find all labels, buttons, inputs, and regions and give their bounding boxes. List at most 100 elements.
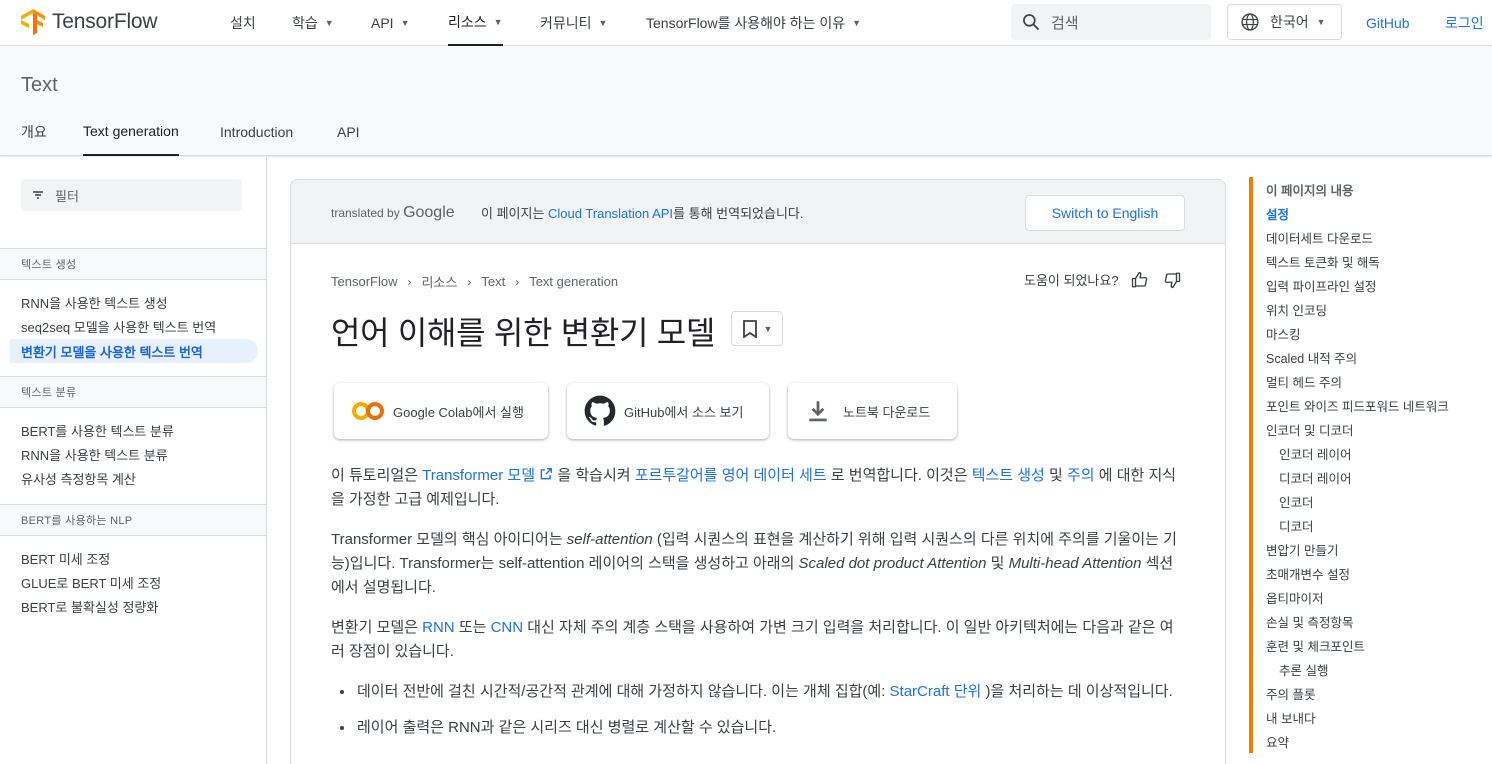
toc-item[interactable]: Scaled 내적 주의 — [1266, 345, 1479, 369]
translated-by-google: translated by Google — [331, 204, 455, 222]
nav-api-label: API — [371, 15, 394, 31]
text: 및 — [1044, 467, 1067, 484]
toc-item[interactable]: 요약 — [1266, 729, 1479, 753]
search-placeholder: 검색 — [1051, 14, 1079, 32]
text: 데이터 전반에 걸친 시간적/공간적 관계에 대해 가정하지 않습니다. 이는 … — [357, 683, 890, 700]
external-link-icon — [540, 468, 553, 480]
toc-item[interactable]: 옵티마이저 — [1266, 585, 1479, 609]
sidebar-item[interactable]: RNN을 사용한 텍스트 분류 — [21, 442, 168, 466]
architecture-paragraph: 변환기 모델은 RNN 또는 CNN 대신 자체 주의 계층 스택을 사용하여 … — [331, 616, 1187, 664]
thumb-up-icon[interactable] — [1131, 271, 1149, 289]
link-text: Transformer 모델 — [422, 467, 536, 484]
translation-banner: translated by Google 이 페이지는 Cloud Transl… — [291, 180, 1225, 244]
toc-item[interactable]: 마스킹 — [1266, 321, 1479, 345]
caret-down-icon: ▼ — [763, 323, 773, 334]
toc-item[interactable]: 주의 플롯 — [1266, 681, 1479, 705]
toc-item[interactable]: 데이터세트 다운로드 — [1266, 225, 1479, 249]
toc-item[interactable]: 설정 — [1266, 201, 1479, 225]
toc-item[interactable]: 인코더 및 디코더 — [1266, 417, 1479, 441]
view-on-github-button[interactable]: GitHub에서 소스 보기 — [567, 383, 769, 439]
section-header: Text 개요 Text generation Introduction API — [0, 46, 1492, 156]
filter-icon — [33, 191, 43, 199]
filter-placeholder: 필터 — [55, 188, 79, 204]
toc-item[interactable]: 텍스트 토큰화 및 해독 — [1266, 249, 1479, 273]
login-link[interactable]: 로그인 — [1445, 0, 1484, 46]
emphasis: Multi-head Attention — [1008, 555, 1142, 572]
sidebar-item[interactable]: BERT 미세 조정 — [21, 546, 110, 570]
toc-item[interactable]: 인코더 — [1266, 489, 1479, 513]
dataset-link[interactable]: 포르투갈어를 영어 데이터 세트 — [635, 467, 827, 484]
colab-icon — [352, 402, 384, 420]
sidebar-section-text-classification: 텍스트 분류 — [0, 376, 266, 408]
breadcrumb: TensorFlow › 리소스 › Text › Text generatio… — [331, 272, 618, 291]
breadcrumb-item[interactable]: Text generation — [529, 274, 618, 289]
tab-api[interactable]: API — [337, 108, 360, 156]
sidebar-item[interactable]: BERT로 불확실성 정량화 — [21, 594, 158, 618]
caret-down-icon: ▼ — [852, 18, 862, 28]
nav-learn[interactable]: 학습 ▼ — [292, 0, 334, 46]
tensorflow-logo[interactable]: TensorFlow — [20, 8, 158, 36]
toc-item[interactable]: 손실 및 측정항목 — [1266, 609, 1479, 633]
thumb-down-icon[interactable] — [1163, 271, 1181, 289]
nav-resources[interactable]: 리소스 ▼ — [448, 0, 503, 46]
filter-input[interactable]: 필터 — [21, 179, 242, 211]
github-link[interactable]: GitHub — [1366, 0, 1410, 46]
bookmark-button[interactable]: ▼ — [731, 311, 783, 346]
toc-item[interactable]: 위치 인코딩 — [1266, 297, 1479, 321]
sidebar-item[interactable]: GLUE로 BERT 미세 조정 — [21, 570, 161, 594]
sidebar-item[interactable]: 유사성 측정항목 계산 — [21, 466, 136, 490]
breadcrumb-item[interactable]: TensorFlow — [331, 274, 397, 289]
language-selector[interactable]: 한국어 ▼ — [1227, 4, 1342, 40]
table-of-contents: 이 페이지의 내용 설정 데이터세트 다운로드 텍스트 토큰화 및 해독 입력 파이프… — [1249, 177, 1479, 753]
nav-install[interactable]: 설치 — [230, 0, 256, 46]
toc-item[interactable]: 변압기 만들기 — [1266, 537, 1479, 561]
toc-item[interactable]: 내 보내다 — [1266, 705, 1479, 729]
switch-to-english-button[interactable]: Switch to English — [1025, 195, 1185, 231]
chevron-right-icon: › — [407, 274, 412, 289]
rnn-link[interactable]: RNN — [422, 619, 455, 636]
toc-item[interactable]: 추론 실행 — [1266, 657, 1479, 681]
nav-community[interactable]: 커뮤니티 ▼ — [540, 0, 607, 46]
cnn-link[interactable]: CNN — [491, 619, 524, 636]
text-generation-link[interactable]: 텍스트 생성 — [972, 467, 1045, 484]
tab-overview[interactable]: 개요 — [21, 108, 47, 156]
breadcrumb-item[interactable]: 리소스 — [421, 272, 457, 291]
toc-item[interactable]: 디코더 레이어 — [1266, 465, 1479, 489]
page-title: 언어 이해를 위한 변환기 모델 — [331, 315, 716, 351]
nav-why-tensorflow[interactable]: TensorFlow를 사용해야 하는 이유 ▼ — [646, 0, 861, 46]
starcraft-link[interactable]: StarCraft 단위 — [890, 683, 982, 700]
sidebar-item[interactable]: BERT를 사용한 텍스트 분류 — [21, 418, 174, 442]
search-box[interactable]: 검색 — [1011, 4, 1211, 40]
article-card: translated by Google 이 페이지는 Cloud Transl… — [290, 179, 1226, 764]
text: )을 처리하는 데 이상적입니다. — [981, 683, 1173, 700]
tensorflow-logo-icon — [21, 9, 45, 35]
transformer-model-link[interactable]: Transformer 모델 — [422, 467, 553, 484]
attention-link[interactable]: 주의 — [1067, 467, 1095, 484]
tab-text-generation[interactable]: Text generation — [83, 108, 179, 156]
emphasis: Scaled dot product Attention — [798, 555, 987, 572]
download-notebook-button[interactable]: 노트북 다운로드 — [788, 383, 957, 439]
breadcrumb-item[interactable]: Text — [481, 274, 505, 289]
helpful-feedback: 도움이 되었나요? — [1024, 270, 1181, 289]
run-in-colab-button[interactable]: Google Colab에서 실행 — [334, 383, 548, 439]
nav-community-label: 커뮤니티 — [540, 15, 592, 31]
nav-api[interactable]: API ▼ — [371, 0, 410, 46]
toc-item[interactable]: 인코더 레이어 — [1266, 441, 1479, 465]
emphasis: self-attention — [566, 531, 653, 548]
sidebar-item[interactable]: RNN을 사용한 텍스트 생성 — [21, 290, 168, 314]
toc-item[interactable]: 디코더 — [1266, 513, 1479, 537]
helpful-label: 도움이 되었나요? — [1024, 273, 1119, 288]
toc-item[interactable]: 입력 파이프라인 설정 — [1266, 273, 1479, 297]
tab-introduction[interactable]: Introduction — [220, 108, 293, 156]
toc-item[interactable]: 멀티 헤드 주의 — [1266, 369, 1479, 393]
top-navbar: TensorFlow 설치 학습 ▼ API ▼ 리소스 ▼ 커뮤니티 ▼ Tensor… — [0, 0, 1492, 46]
cloud-translation-link[interactable]: Cloud Translation API — [548, 206, 673, 221]
intro-paragraph: 이 튜토리얼은 Transformer 모델 을 학습시켜 포르투갈어를 영어 … — [331, 464, 1187, 512]
sidebar-item-active[interactable]: 변환기 모델을 사용한 텍스트 번역 — [10, 339, 258, 363]
google-wordmark: Google — [403, 204, 455, 221]
text: 또는 — [454, 619, 491, 636]
toc-item[interactable]: 포인트 와이즈 피드포워드 네트워크 — [1266, 393, 1479, 417]
toc-item[interactable]: 초매개변수 설정 — [1266, 561, 1479, 585]
toc-item[interactable]: 훈련 및 체크포인트 — [1266, 633, 1479, 657]
sidebar-item[interactable]: seq2seq 모델을 사용한 텍스트 번역 — [21, 314, 216, 338]
